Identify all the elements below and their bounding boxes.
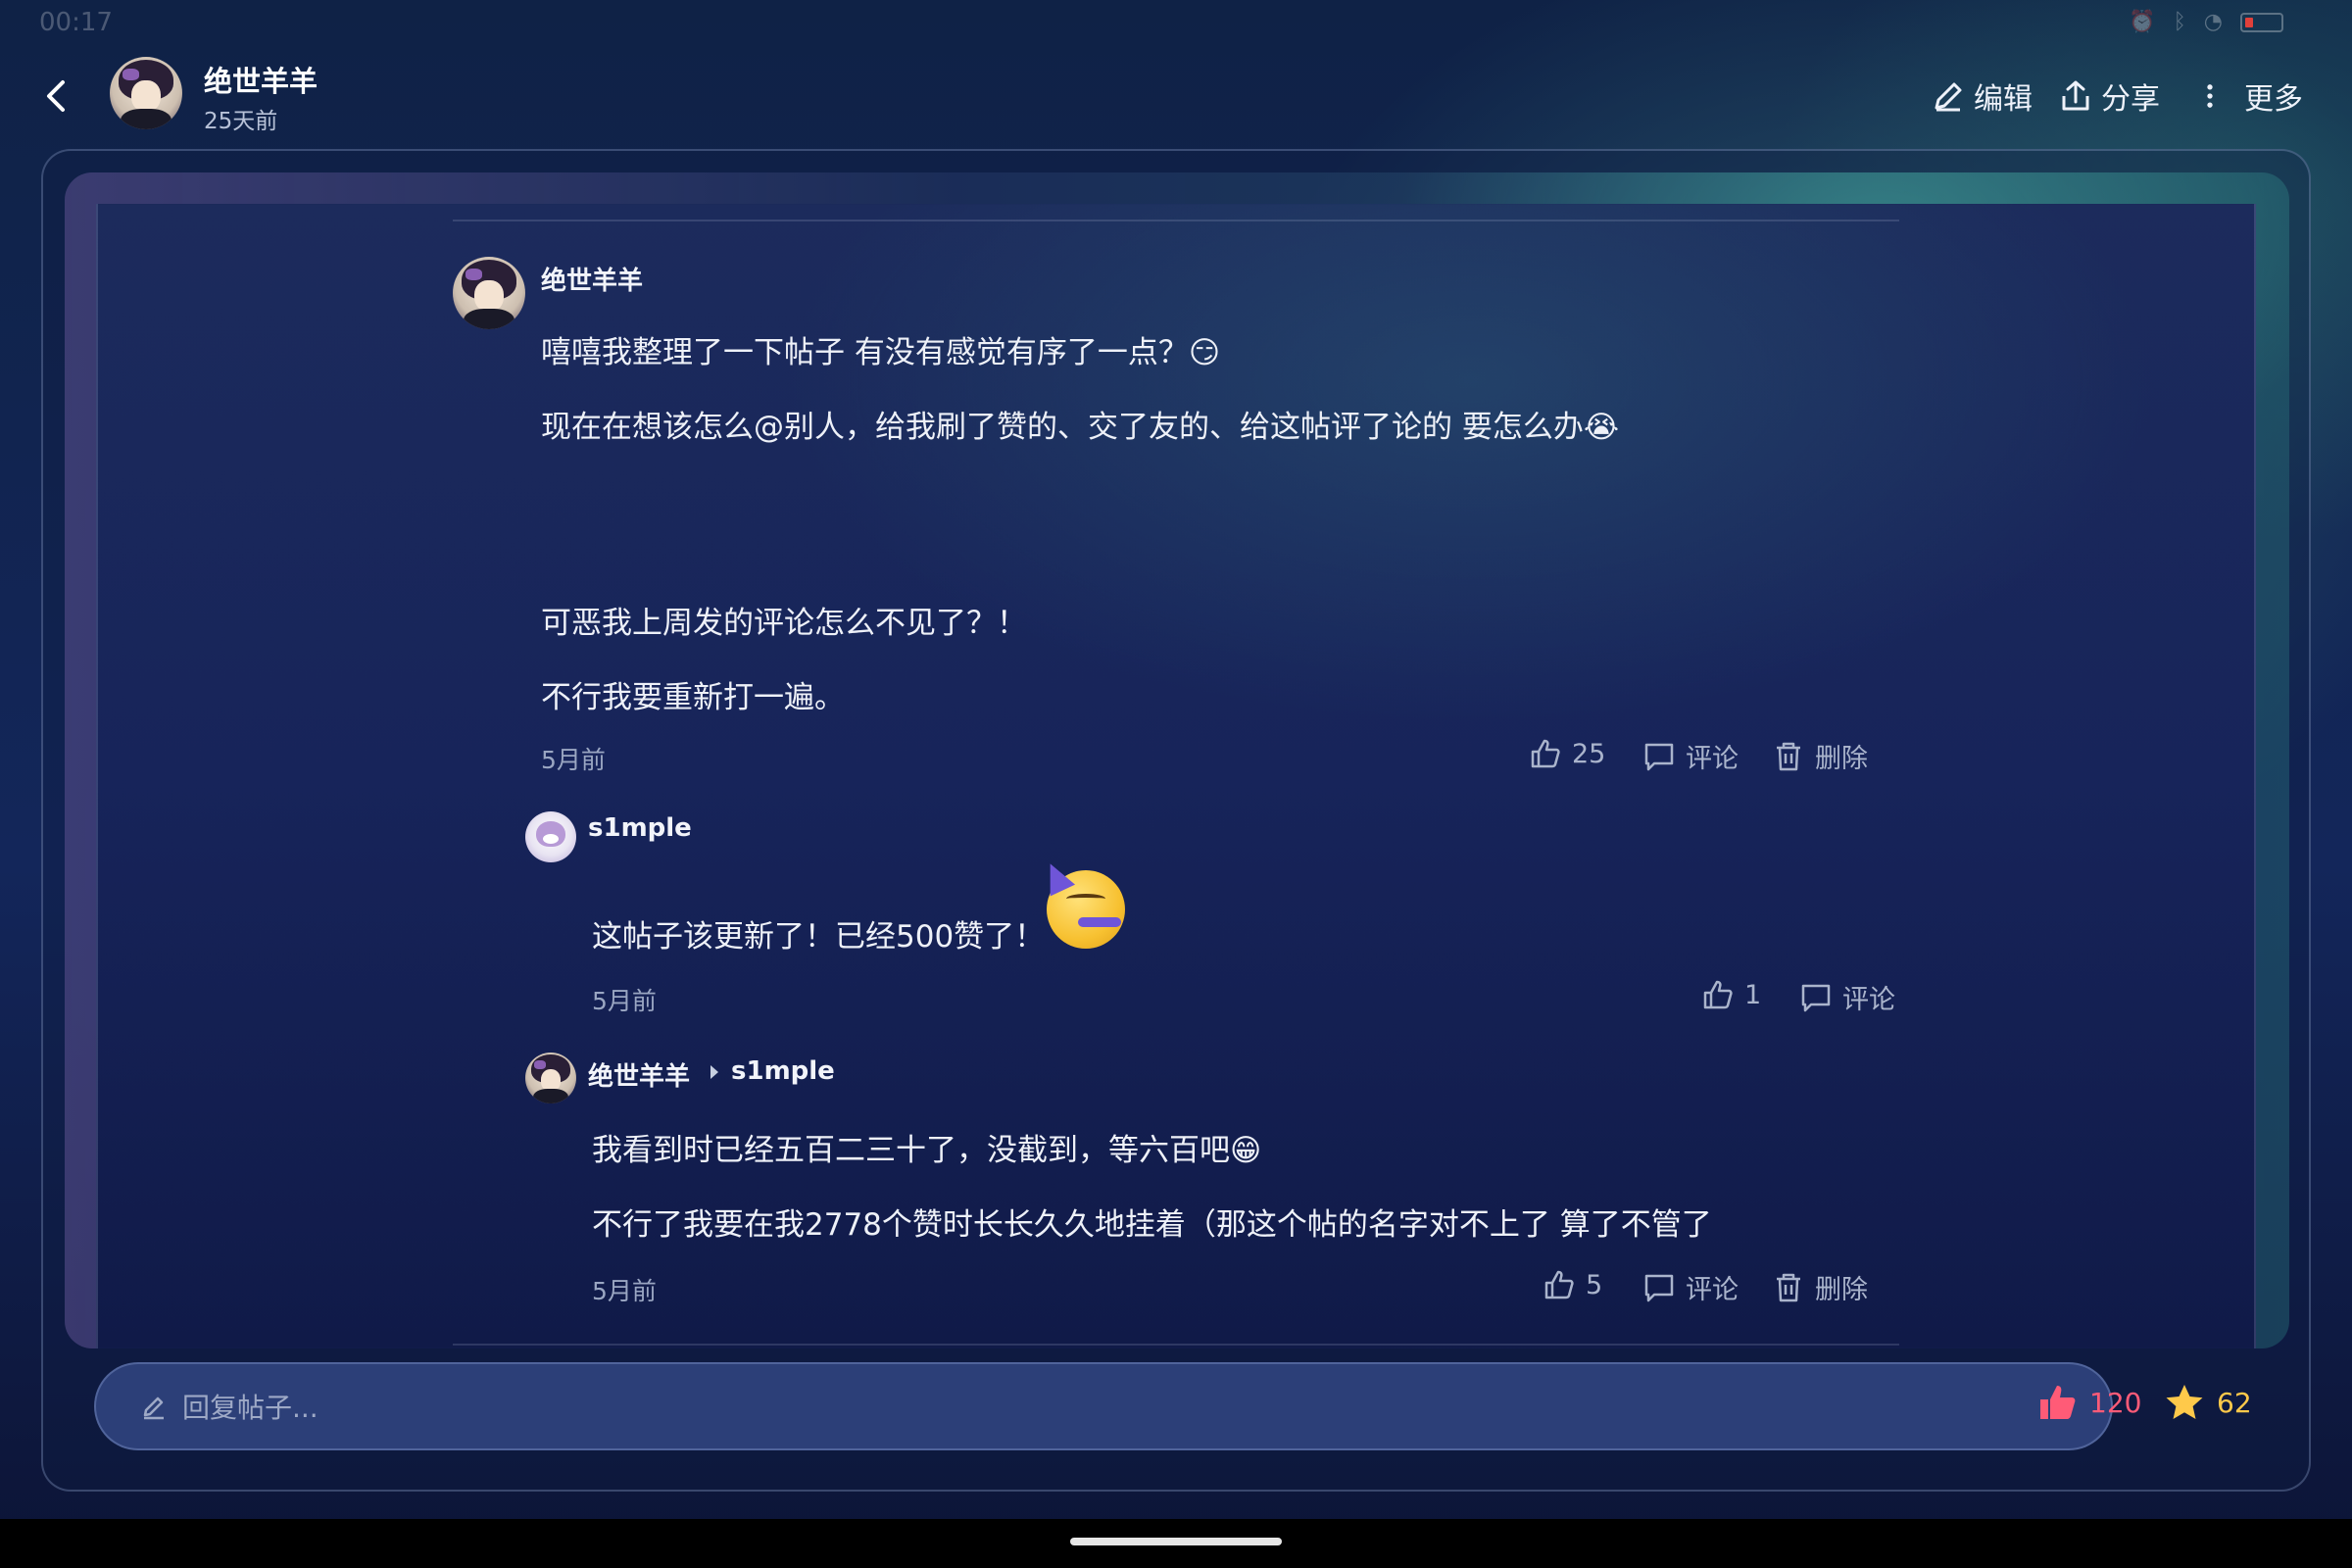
comment-text: 不行我要重新打一遍。 [541,680,845,715]
comments-panel [96,204,2256,1348]
comment-button[interactable]: 评论 [1642,1268,1739,1306]
delete-button[interactable]: 删除 [1772,737,1868,775]
reply-arrow-icon [710,1065,718,1079]
chevron-left-icon [47,80,65,112]
reply-placeholder: 回复帖子... [182,1392,318,1424]
comment-icon [1644,743,1674,770]
more-vertical-icon [2207,84,2213,108]
comment-label: 评论 [1686,744,1739,774]
wifi-icon: ◔ [2203,10,2223,34]
comment-text: 嘻嘻我整理了一下帖子 有没有感觉有序了一点？😏 [541,335,1221,370]
comment-text: 我看到时已经五百二三十了，没截到，等六百吧😁 [592,1133,1262,1168]
pencil-icon [1935,82,1962,112]
battery-icon [2240,12,2283,32]
author-name[interactable]: 绝世羊羊 [204,59,318,100]
comment-author[interactable]: s1mple [588,813,692,843]
comment-date: 5月前 [592,987,657,1015]
like-button[interactable]: 1 [1701,978,1761,1011]
comment-icon [1801,984,1831,1011]
more-label: 更多 [2244,82,2303,117]
divider [453,220,1899,221]
post-favorite-button[interactable]: 62 [2164,1382,2252,1423]
pencil-icon [143,1396,164,1420]
comment-icon [1644,1274,1674,1301]
reply-input[interactable]: 回复帖子... [94,1362,2113,1450]
back-button[interactable] [35,74,78,118]
star-icon [2166,1385,2203,1419]
comment-button[interactable]: 评论 [1799,978,1895,1016]
more-button[interactable]: 更多 [2195,74,2303,118]
comment-text: 这帖子该更新了！已经500赞了！ [592,919,1046,955]
like-count: 1 [1744,979,1762,1010]
status-bar: 00:17 ⏰ ᛒ ◔ [0,0,2352,47]
delete-button[interactable]: 删除 [1772,1268,1868,1306]
comment-text: 可恶我上周发的评论怎么不见了？！ [541,606,1027,641]
trash-icon [1777,742,1800,770]
comment-date: 5月前 [592,1277,657,1305]
status-icons: ⏰ ᛒ ◔ [2129,10,2283,34]
edit-label: 编辑 [1974,82,2033,117]
share-icon [2062,80,2089,111]
comment-button[interactable]: 评论 [1642,737,1739,775]
header-actions: 编辑 分享 更多 [1931,74,2303,118]
comment-label: 评论 [1842,985,1895,1015]
comment-avatar[interactable] [525,811,576,862]
comment-author[interactable]: 绝世羊羊 [588,1056,690,1093]
comment-avatar[interactable] [525,1053,576,1103]
divider [453,1344,1899,1346]
thumbs-up-icon [1703,980,1733,1009]
status-time: 00:17 [39,8,113,37]
author-avatar[interactable] [110,57,182,129]
like-button[interactable]: 25 [1529,737,1605,770]
post-favorite-count: 62 [2217,1386,2252,1419]
comment-avatar[interactable] [453,257,525,329]
bluetooth-icon: ᛒ [2173,10,2186,34]
edit-button[interactable]: 编辑 [1931,74,2033,118]
comment-date: 5月前 [541,746,606,774]
share-label: 分享 [2101,82,2160,117]
home-indicator[interactable] [1070,1538,1282,1545]
post-time: 25天前 [204,109,278,134]
emoji-eyes [1066,894,1105,904]
reply-target[interactable]: s1mple [731,1056,835,1086]
like-count: 25 [1572,738,1606,769]
alarm-icon: ⏰ [2129,10,2156,34]
comment-text: 不行了我要在我2778个赞时长长久久地挂着（那这个帖的名字对不上了 算了不管了 [592,1207,1712,1243]
share-button[interactable]: 分享 [2058,74,2160,118]
delete-label: 删除 [1815,1275,1868,1305]
comment-text: 现在在想该怎么@别人，给我刷了赞的、交了友的、给这帖评了论的 要怎么办😭 [541,410,1620,445]
thumbs-up-icon [1544,1270,1574,1299]
thumbs-up-icon [1531,739,1560,768]
like-count: 5 [1586,1269,1603,1300]
party-horn-emoji-part [1078,917,1121,927]
thumbs-up-filled-icon [2040,1386,2076,1419]
post-header: 绝世羊羊 25天前 编辑 分享 更多 [0,47,2352,149]
like-button[interactable]: 5 [1543,1268,1602,1301]
comment-author[interactable]: 绝世羊羊 [541,261,643,297]
post-like-button[interactable]: 120 [2036,1382,2141,1423]
post-like-count: 120 [2089,1386,2142,1419]
trash-icon [1777,1273,1800,1301]
comment-label: 评论 [1686,1275,1739,1305]
delete-label: 删除 [1815,744,1868,774]
